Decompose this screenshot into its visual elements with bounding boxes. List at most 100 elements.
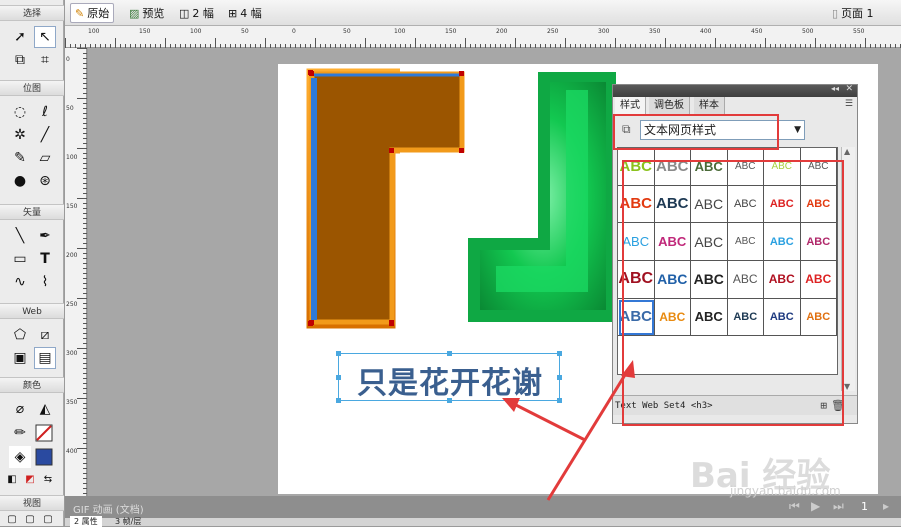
blur-tool-icon[interactable]: ● <box>9 170 31 192</box>
tab-styles[interactable]: 样式 <box>615 97 646 114</box>
default-colors-icon[interactable]: ◧ <box>4 469 20 491</box>
stroke-color-swatch[interactable] <box>33 422 55 444</box>
ruler-label: 350 <box>66 399 78 406</box>
swap-colors-icon[interactable]: ⇆ <box>40 469 56 491</box>
scroll-up-icon[interactable]: ▲ <box>844 147 850 156</box>
line-tool-icon[interactable]: ╲ <box>9 225 31 247</box>
magic-wand-tool-icon[interactable]: ✲ <box>9 124 31 146</box>
knife-tool-icon[interactable]: ⌇ <box>34 271 56 293</box>
tab-2-up[interactable]: ◫ 2 幅 <box>175 3 218 23</box>
ruler-label: 300 <box>598 28 610 35</box>
eyedropper-tool-icon[interactable]: ⌀ <box>9 398 31 420</box>
image-icon: ▨ <box>129 6 140 20</box>
ruler-label: 0 <box>66 56 70 63</box>
toolbox-section-vector: 矢量 <box>0 204 64 220</box>
text-handle[interactable] <box>447 398 452 403</box>
horizontal-ruler: 100 150 100 50 0 50 100 150 200 250 300 350 400 450 50… <box>65 26 901 48</box>
ruler-label: 400 <box>66 448 78 455</box>
ruler-label: 50 <box>241 28 249 35</box>
ruler-label: 150 <box>139 28 151 35</box>
standard-screen-icon[interactable]: ▢ <box>4 513 20 526</box>
ruler-label: 200 <box>66 252 78 259</box>
collapse-icon[interactable]: ◂◂ <box>831 84 839 93</box>
ruler-label: 250 <box>66 301 78 308</box>
crop-tool-icon[interactable]: ⌗ <box>34 49 56 71</box>
rubber-stamp-tool-icon[interactable]: ⊛ <box>34 170 56 192</box>
ruler-label: 300 <box>66 350 78 357</box>
tab-preview[interactable]: ▨ 预览 <box>125 3 168 23</box>
bottom-panel-tabs: 2 属性 3 帧/层 <box>65 516 901 527</box>
scale-tool-icon[interactable]: ⧉ <box>9 49 31 71</box>
slice-tool-icon[interactable]: ⧄ <box>34 324 56 346</box>
pencil-icon: ✎ <box>75 6 85 20</box>
subselect-tool-icon[interactable]: ↖ <box>34 26 56 48</box>
brush-tool-icon[interactable]: ╱ <box>34 124 56 146</box>
tab-palette[interactable]: 调色板 <box>649 97 690 114</box>
show-slices-icon[interactable]: ▤ <box>34 347 56 369</box>
ruler-label: 50 <box>343 28 351 35</box>
fill-color-swatch[interactable] <box>33 446 55 468</box>
tab-swatches[interactable]: 样本 <box>694 97 725 114</box>
lasso-tool-icon[interactable]: ℓ <box>34 101 56 123</box>
ruler-label: 250 <box>547 28 559 35</box>
document-toolbar: ✎ 原始 ▨ 预览 ◫ 2 幅 ⊞ 4 幅 ▯ 页面 1 <box>65 0 901 26</box>
tab-4-up[interactable]: ⊞ 4 幅 <box>224 3 266 23</box>
two-up-icon: ◫ <box>179 6 190 20</box>
vertical-ruler: 0 50 100 150 200 250 300 350 400 <box>65 48 87 518</box>
first-frame-icon[interactable]: ⏮ <box>789 499 800 514</box>
page-selector[interactable]: ▯ 页面 1 <box>828 3 878 23</box>
close-icon[interactable]: ✕ <box>845 84 853 94</box>
text-handle[interactable] <box>336 351 341 356</box>
ruler-label: 350 <box>649 28 661 35</box>
tab-2-up-label: 2 幅 <box>192 7 214 20</box>
text-tool-icon[interactable]: T <box>34 248 56 270</box>
pencil-tool-icon[interactable]: ✎ <box>9 147 31 169</box>
stroke-color-icon[interactable]: ✏ <box>9 422 31 444</box>
tab-properties[interactable]: 2 属性 <box>70 516 102 527</box>
status-bar: GIF 动画 (文档) ⏮ ▶ ⏭ 1 ▸ <box>65 496 901 518</box>
last-frame-icon[interactable]: ⏭ <box>833 499 844 514</box>
ruler-label: 0 <box>292 28 296 35</box>
tab-frames-layers[interactable]: 3 帧/层 <box>115 516 141 527</box>
full-screen-icon[interactable]: ▢ <box>40 513 56 526</box>
hide-slices-icon[interactable]: ▣ <box>9 347 31 369</box>
brown-l-shape-full[interactable] <box>300 64 470 334</box>
scroll-down-icon[interactable]: ▼ <box>844 382 850 391</box>
next-frame-icon[interactable]: ▸ <box>883 499 889 513</box>
pen-tool-icon[interactable]: ✒ <box>34 225 56 247</box>
toolbox-section-colors: 颜色 <box>0 377 64 393</box>
freeform-tool-icon[interactable]: ∿ <box>9 271 31 293</box>
tab-original-label: 原始 <box>87 7 110 20</box>
toolbox-section-select: 选择 <box>0 5 64 21</box>
eraser-tool-icon[interactable]: ▱ <box>34 147 56 169</box>
ruler-label: 50 <box>66 105 74 112</box>
rectangle-tool-icon[interactable]: ▭ <box>9 248 31 270</box>
text-handle[interactable] <box>336 375 341 380</box>
panel-menu-icon[interactable]: ☰ <box>845 99 853 109</box>
pointer-tool-icon[interactable]: ➚ <box>9 26 31 48</box>
play-icon[interactable]: ▶ <box>811 499 820 513</box>
hotspot-tool-icon[interactable]: ⬠ <box>9 324 31 346</box>
marquee-tool-icon[interactable]: ◌ <box>9 101 31 123</box>
annotation-arrows <box>502 360 635 501</box>
text-handle[interactable] <box>336 398 341 403</box>
ruler-label: 100 <box>394 28 406 35</box>
ruler-label: 100 <box>88 28 100 35</box>
green-l-shape[interactable] <box>466 70 616 325</box>
fill-color-icon[interactable]: ◈ <box>9 446 31 468</box>
chevron-down-icon: ▼ <box>794 125 801 135</box>
arrow-head <box>621 360 635 378</box>
ruler-label: 150 <box>66 203 78 210</box>
toolbox-section-view: 视图 <box>0 495 64 511</box>
baidu-watermark-url: jingyan.baidu.com <box>730 484 841 498</box>
paint-bucket-tool-icon[interactable]: ◭ <box>34 398 56 420</box>
tab-original[interactable]: ✎ 原始 <box>70 3 115 23</box>
full-screen-menu-icon[interactable]: ▢ <box>22 513 38 526</box>
no-color-icon[interactable]: ◩ <box>22 469 38 491</box>
toolbox-section-web: Web <box>0 303 64 319</box>
ruler-label: 150 <box>445 28 457 35</box>
document-type-label: GIF 动画 (文档) <box>73 505 144 516</box>
ruler-label: 100 <box>66 154 78 161</box>
text-handle[interactable] <box>447 351 452 356</box>
panel-titlebar[interactable]: ◂◂ ✕ <box>613 84 857 97</box>
